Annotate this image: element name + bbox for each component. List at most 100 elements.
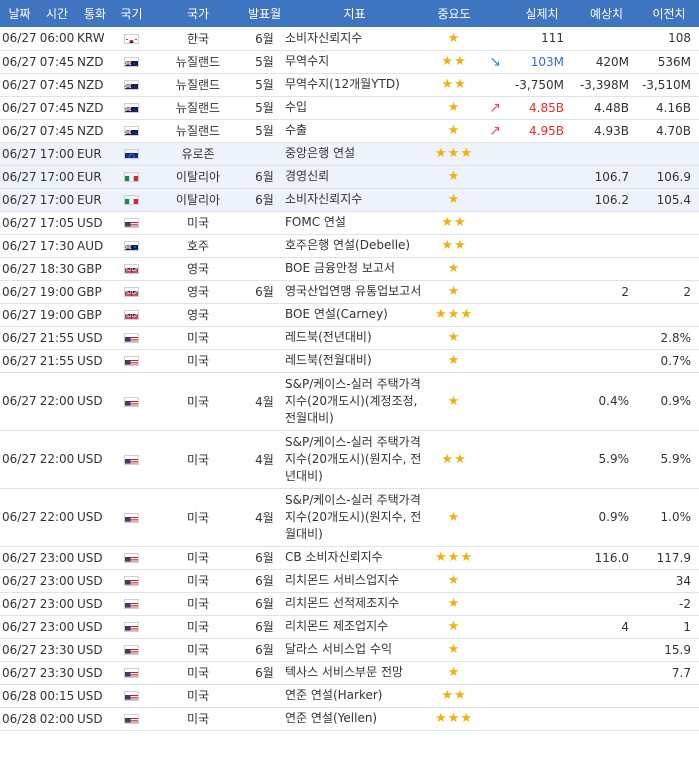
indicator-cell: BOE 금융안정 보고서 (285, 261, 395, 275)
date-cell: 06/28 (2, 688, 37, 703)
country-cell: 이탈리아 (175, 170, 221, 184)
country-cell: 미국 (186, 643, 210, 657)
table-row[interactable]: 06/27 23:00 USD 미국 6월 리치몬드 제조업지수 ★ 4 1 (0, 615, 699, 638)
forecast-cell: -3,398M (579, 77, 629, 92)
forecast-cell: 4.93B (594, 123, 629, 138)
table-row[interactable]: 06/27 23:00 USD 미국 6월 리치몬드 선적제조지수 ★ -2 (0, 592, 699, 615)
country-cell: 미국 (186, 394, 210, 409)
us-flag-icon (124, 714, 139, 724)
time-cell: 23:00 (39, 550, 75, 565)
table-row[interactable]: 06/27 19:00 GBP 영국 BOE 연설(Carney) ★★★ (0, 303, 699, 326)
table-row[interactable]: 06/27 21:55 USD 미국 레드북(전월대비) ★ 0.7% (0, 349, 699, 372)
table-row[interactable]: 06/27 22:00 USD 미국 4월 S&P/케이스-실러 주택가격지수(20개도시… (0, 488, 699, 546)
header-indicator[interactable]: 지표 (281, 0, 428, 27)
time-cell: 23:30 (39, 642, 75, 657)
previous-cell: 108 (668, 31, 691, 46)
flag-cell (115, 326, 148, 349)
forecast-cell (574, 592, 639, 615)
indicator-cell: 소비자신뢰지수 (285, 30, 363, 45)
forecast-cell (574, 303, 639, 326)
date-cell: 06/27 (2, 192, 37, 207)
header-previous[interactable]: 이전치 (639, 0, 699, 27)
importance-stars: ★★ (441, 688, 467, 703)
importance-stars: ★ (447, 573, 461, 588)
table-row[interactable]: 06/27 17:05 USD 미국 FOMC 연설 ★★ (0, 211, 699, 234)
table-row[interactable]: 06/27 17:00 EUR 유로존 중앙은행 연설 ★★★ (0, 142, 699, 165)
table-row[interactable]: 06/27 23:30 USD 미국 6월 달라스 서비스업 수익 ★ 15.9 (0, 638, 699, 661)
country-cell: 한국 (186, 31, 210, 46)
currency-cell: USD (77, 573, 103, 588)
table-row[interactable]: 06/27 21:55 USD 미국 레드북(전년대비) ★ 2.8% (0, 326, 699, 349)
flag-cell (115, 615, 148, 638)
trend-cell (480, 303, 510, 326)
table-row[interactable]: 06/27 22:00 USD 미국 4월 S&P/케이스-실러 주택가격지수(20개도시… (0, 372, 699, 430)
indicator-cell: 리치몬드 제조업지수 (285, 619, 389, 633)
trend-cell: ↗ (480, 96, 510, 119)
importance-stars: ★★ (441, 54, 467, 69)
table-row[interactable]: 06/27 07:45 NZD 뉴질랜드 5월 무역수지 ★★ ↘ 103M 420M 536M (0, 50, 699, 73)
importance-stars: ★ (447, 123, 461, 138)
date-cell: 06/27 (2, 123, 37, 138)
previous-cell: 117.9 (656, 550, 691, 565)
table-row[interactable]: 06/27 17:00 EUR 이탈리아 6월 경영신뢰 ★ 106.7 106.9 (0, 165, 699, 188)
table-row[interactable]: 06/27 06:00 KRW 한국 6월 소비자신뢰지수 ★ 111 108 (0, 27, 699, 50)
table-row[interactable]: 06/27 17:30 AUD 호주 호주은행 연설(Debelle) ★★ (0, 234, 699, 257)
month-cell (248, 303, 281, 326)
table-row[interactable]: 06/27 07:45 NZD 뉴질랜드 5월 수입 ★ ↗ 4.85B 4.48B 4.16B (0, 96, 699, 119)
table-row[interactable]: 06/27 19:00 GBP 영국 6월 영국산업연맹 유통업보고서 ★ 2 2 (0, 280, 699, 303)
actual-cell (510, 326, 574, 349)
us-flag-icon (124, 218, 139, 228)
trend-cell (480, 430, 510, 488)
header-date[interactable]: 날짜 (0, 0, 39, 27)
trend-cell (480, 615, 510, 638)
table-row[interactable]: 06/27 23:00 USD 미국 6월 CB 소비자신뢰지수 ★★★ 116.0 117.9 (0, 546, 699, 569)
month-cell (248, 234, 281, 257)
header-importance[interactable]: 중요도 (428, 0, 480, 27)
table-row[interactable]: 06/27 17:00 EUR 이탈리아 6월 소비자신뢰지수 ★ 106.2 105.4 (0, 188, 699, 211)
currency-cell: USD (77, 711, 103, 726)
importance-stars: ★ (447, 284, 461, 299)
header-row: 날짜 시간 통화 국기 국가 발표월 지표 중요도 실제치 예상치 이전치 (0, 0, 699, 27)
importance-stars: ★★ (441, 77, 467, 92)
it-flag-icon (124, 172, 139, 182)
table-row[interactable]: 06/27 18:30 GBP 영국 BOE 금융안정 보고서 ★ (0, 257, 699, 280)
forecast-cell (574, 211, 639, 234)
header-actual[interactable]: 실제치 (510, 0, 574, 27)
table-row[interactable]: 06/27 22:00 USD 미국 4월 S&P/케이스-실러 주택가격지수(20개도시… (0, 430, 699, 488)
currency-cell: USD (77, 596, 103, 611)
time-cell: 02:00 (39, 711, 75, 726)
time-cell: 21:55 (39, 330, 75, 345)
actual-cell (510, 165, 574, 188)
header-flag[interactable]: 국기 (115, 0, 148, 27)
header-country[interactable]: 국가 (148, 0, 248, 27)
importance-stars: ★ (447, 642, 461, 657)
actual-cell: -3,750M (514, 77, 564, 92)
header-forecast[interactable]: 예상치 (574, 0, 639, 27)
indicator-cell: 연준 연설(Harker) (285, 688, 383, 702)
header-currency[interactable]: 통화 (75, 0, 115, 27)
date-cell: 06/27 (2, 307, 37, 322)
country-cell: 뉴질랜드 (175, 101, 221, 115)
forecast-cell (574, 257, 639, 280)
previous-cell (639, 211, 699, 234)
month-cell (248, 684, 281, 707)
table-row[interactable]: 06/27 07:45 NZD 뉴질랜드 5월 수출 ★ ↗ 4.95B 4.93B 4.70B (0, 119, 699, 142)
table-row[interactable]: 06/27 23:00 USD 미국 6월 리치몬드 서비스업지수 ★ 34 (0, 569, 699, 592)
header-time[interactable]: 시간 (39, 0, 75, 27)
table-row[interactable]: 06/27 23:30 USD 미국 6월 텍사스 서비스부문 전망 ★ 7.7 (0, 661, 699, 684)
month-cell (248, 326, 281, 349)
month-cell: 6월 (255, 31, 274, 46)
indicator-cell: 리치몬드 서비스업지수 (285, 573, 400, 587)
currency-cell: USD (77, 688, 103, 703)
header-month[interactable]: 발표월 (248, 0, 281, 27)
month-cell: 6월 (255, 170, 274, 184)
us-flag-icon (124, 622, 139, 632)
table-row[interactable]: 06/28 02:00 USD 미국 연준 연설(Yellen) ★★★ (0, 707, 699, 730)
us-flag-icon (124, 356, 139, 366)
table-row[interactable]: 06/27 07:45 NZD 뉴질랜드 5월 무역수지(12개월YTD) ★★ -3,750… (0, 73, 699, 96)
importance-stars: ★ (447, 330, 461, 345)
time-cell: 17:00 (39, 169, 75, 184)
country-cell: 미국 (186, 620, 210, 634)
forecast-cell: 116.0 (594, 550, 629, 565)
table-row[interactable]: 06/28 00:15 USD 미국 연준 연설(Harker) ★★ (0, 684, 699, 707)
